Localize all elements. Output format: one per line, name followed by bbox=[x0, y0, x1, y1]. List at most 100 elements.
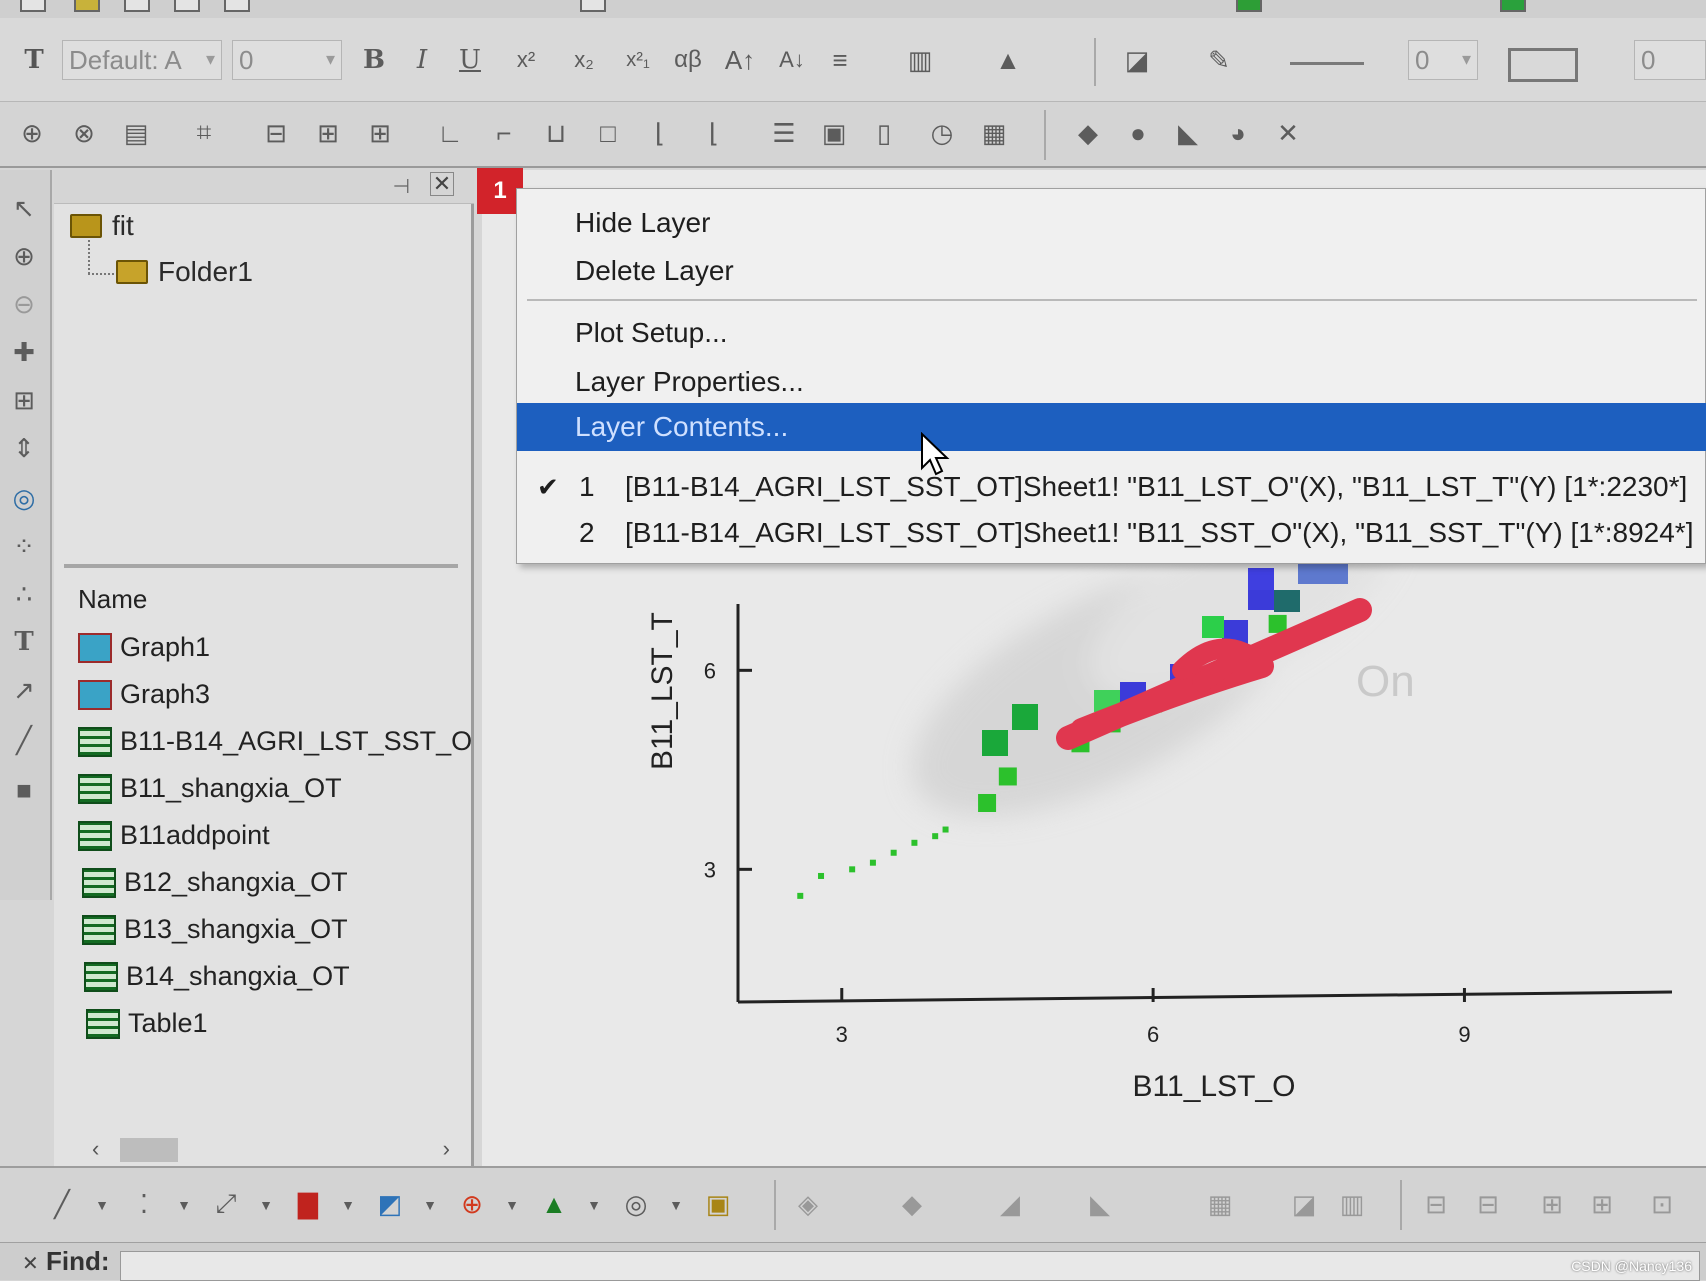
toolbar-button[interactable] bbox=[20, 0, 46, 12]
toolbar-button[interactable] bbox=[74, 0, 100, 12]
polar-plot-icon[interactable]: ◎ bbox=[614, 1182, 658, 1226]
menu-item-delete-layer[interactable]: Delete Layer bbox=[517, 247, 1706, 295]
legend-icon[interactable]: ▣ bbox=[812, 110, 856, 156]
align-right-icon[interactable]: ⊟ bbox=[1466, 1182, 1510, 1226]
line-tool-icon[interactable]: ╱ bbox=[4, 720, 44, 760]
menu-item-hide-layer[interactable]: Hide Layer bbox=[517, 199, 1706, 247]
data-reader-icon[interactable]: ⇕ bbox=[4, 428, 44, 468]
list-item[interactable]: B11addpoint bbox=[78, 820, 270, 851]
close-icon[interactable]: ✕ bbox=[22, 1253, 39, 1275]
waterfall-icon[interactable]: ▥ bbox=[1330, 1182, 1374, 1226]
3d-wire-icon[interactable]: ◣ bbox=[1078, 1182, 1122, 1226]
data-selector-icon[interactable]: ⌗ bbox=[182, 110, 226, 156]
stat-plot-icon[interactable]: ⊕ bbox=[450, 1182, 494, 1226]
column-header-name[interactable]: Name bbox=[78, 584, 147, 615]
axis-offset-icon[interactable]: ⌊ bbox=[640, 110, 680, 156]
chevron-down-icon[interactable]: ▼ bbox=[174, 1190, 194, 1220]
align-icon[interactable]: ≡ bbox=[820, 40, 860, 80]
decrease-font-button[interactable]: A↓ bbox=[770, 40, 814, 80]
scrollbar-thumb[interactable] bbox=[120, 1138, 178, 1162]
layer-list-icon[interactable]: ▤ bbox=[114, 110, 158, 156]
pin-icon[interactable]: ⊣ bbox=[393, 174, 410, 199]
layer-layout-3-icon[interactable]: ⊞ bbox=[358, 110, 402, 156]
tool-b-icon[interactable]: ● bbox=[1116, 110, 1160, 156]
bold-button[interactable]: B bbox=[356, 40, 392, 80]
align-left-icon[interactable]: ⊟ bbox=[1414, 1182, 1458, 1226]
greek-button[interactable]: αβ bbox=[664, 40, 712, 80]
line-symbol-icon[interactable]: ⤢ bbox=[204, 1182, 248, 1226]
grid-icon[interactable]: ☰ bbox=[764, 110, 804, 156]
font-size-combo[interactable]: 0 ▾ bbox=[232, 40, 342, 80]
tool-a-icon[interactable]: ◆ bbox=[1066, 110, 1110, 156]
subscript-button[interactable]: x₂ bbox=[562, 40, 606, 80]
rectangle-tool-icon[interactable]: ■ bbox=[4, 770, 44, 810]
mask-icon[interactable]: ◎ bbox=[4, 478, 44, 518]
chevron-down-icon[interactable]: ▼ bbox=[584, 1190, 604, 1220]
tool-d-icon[interactable]: ◕ bbox=[1216, 110, 1260, 156]
supersubscript-button[interactable]: x²₁ bbox=[616, 40, 660, 80]
distribute-v-icon[interactable]: ⊞ bbox=[1580, 1182, 1624, 1226]
border-value-combo[interactable]: 0 bbox=[1634, 40, 1706, 80]
region-select-icon[interactable]: ⊞ bbox=[4, 380, 44, 420]
chevron-down-icon[interactable]: ▼ bbox=[256, 1190, 276, 1220]
scroll-right-icon[interactable]: › bbox=[443, 1136, 450, 1162]
axis-break-icon[interactable]: ⌊ bbox=[694, 110, 734, 156]
italic-button[interactable]: I bbox=[404, 40, 440, 80]
axis-box-icon[interactable]: □ bbox=[588, 110, 628, 156]
font-color-icon[interactable]: ▲ bbox=[986, 40, 1030, 80]
tool-e-icon[interactable]: ✕ bbox=[1266, 110, 1310, 156]
font-type-icon[interactable]: T bbox=[14, 38, 54, 82]
menu-item-layer-contents[interactable]: Layer Contents... bbox=[517, 403, 1706, 451]
increase-font-button[interactable]: A↑ bbox=[718, 40, 762, 80]
tool-c-icon[interactable]: ◣ bbox=[1166, 110, 1210, 156]
line-plot-icon[interactable]: ╱ bbox=[40, 1182, 84, 1226]
menu-item-plot-1[interactable]: ✔ 1 [B11-B14_AGRI_LST_SST_OT]Sheet1! "B1… bbox=[517, 463, 1706, 511]
scatter-draw-icon[interactable]: ∴ bbox=[4, 574, 44, 614]
line-width-combo[interactable]: 0 ▾ bbox=[1408, 40, 1478, 80]
color-scale-icon[interactable]: ▯ bbox=[864, 110, 904, 156]
text-tool-icon[interactable]: T bbox=[4, 622, 44, 662]
tree-item-folder1[interactable]: Folder1 bbox=[116, 256, 253, 288]
chevron-down-icon[interactable]: ▼ bbox=[420, 1190, 440, 1220]
list-item[interactable]: B12_shangxia_OT bbox=[82, 867, 348, 898]
scroll-left-icon[interactable]: ‹ bbox=[92, 1136, 99, 1162]
underline-button[interactable]: U bbox=[452, 40, 488, 80]
layer-layout-2-icon[interactable]: ⊞ bbox=[306, 110, 350, 156]
toolbar-button[interactable] bbox=[580, 0, 606, 12]
arrow-tool-icon[interactable]: ↗ bbox=[4, 670, 44, 710]
toolbar-button[interactable] bbox=[174, 0, 200, 12]
toolbar-button[interactable] bbox=[1500, 0, 1526, 12]
chevron-down-icon[interactable]: ▼ bbox=[502, 1190, 522, 1220]
toolbar-button[interactable] bbox=[124, 0, 150, 12]
close-icon[interactable]: ✕ bbox=[430, 172, 454, 196]
zoom-region-icon[interactable]: ⊗ bbox=[62, 110, 106, 156]
list-item[interactable]: B13_shangxia_OT bbox=[82, 914, 348, 945]
line-style-icon[interactable] bbox=[1290, 62, 1364, 65]
3d-bar-icon[interactable]: ◆ bbox=[890, 1182, 934, 1226]
3d-surface-icon[interactable]: ◢ bbox=[988, 1182, 1032, 1226]
area-plot-icon[interactable]: ◩ bbox=[368, 1182, 412, 1226]
layer-layout-1-icon[interactable]: ⊟ bbox=[254, 110, 298, 156]
list-item[interactable]: B11-B14_AGRI_LST_SST_O bbox=[78, 726, 472, 757]
menu-item-plot-setup[interactable]: Plot Setup... bbox=[517, 309, 1706, 357]
axis-top-left-icon[interactable]: ⌐ bbox=[484, 110, 524, 156]
toolbar-button[interactable] bbox=[224, 0, 250, 12]
timestamp-icon[interactable]: ◷ bbox=[920, 110, 964, 156]
table-icon[interactable]: ▦ bbox=[972, 110, 1016, 156]
chevron-down-icon[interactable]: ▼ bbox=[338, 1190, 358, 1220]
distribute-h-icon[interactable]: ⊞ bbox=[1530, 1182, 1574, 1226]
screen-reader-icon[interactable]: ✚ bbox=[4, 332, 44, 372]
axis-right-icon[interactable]: ⊔ bbox=[536, 110, 576, 156]
chevron-down-icon[interactable]: ▼ bbox=[666, 1190, 686, 1220]
list-item[interactable]: B11_shangxia_OT bbox=[78, 773, 342, 804]
image-plot-icon[interactable]: ◪ bbox=[1282, 1182, 1326, 1226]
matrix-icon[interactable]: ▦ bbox=[1198, 1182, 1242, 1226]
toolbar-button[interactable] bbox=[1236, 0, 1262, 12]
list-item[interactable]: Graph3 bbox=[78, 679, 210, 710]
menu-item-plot-2[interactable]: 2 [B11-B14_AGRI_LST_SST_OT]Sheet1! "B11_… bbox=[517, 509, 1706, 557]
list-item[interactable]: Table1 bbox=[86, 1008, 208, 1039]
list-item[interactable]: B14_shangxia_OT bbox=[84, 961, 350, 992]
column-plot-icon[interactable]: ▇ bbox=[286, 1182, 330, 1226]
rescale-icon[interactable]: ⊕ bbox=[10, 110, 54, 156]
draw-data-icon[interactable]: ⁘ bbox=[4, 526, 44, 566]
